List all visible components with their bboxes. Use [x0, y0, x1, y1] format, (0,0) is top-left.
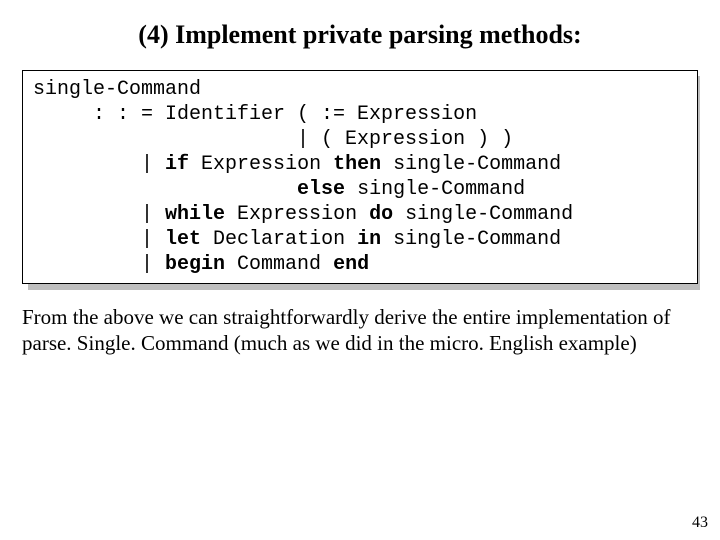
slide-title: (4) Implement private parsing methods: — [18, 20, 702, 50]
explanation-paragraph: From the above we can straightforwardly … — [22, 304, 698, 357]
grammar-text: single-Command : : = Identifier ( := Exp… — [33, 77, 687, 277]
page-number: 43 — [692, 514, 708, 532]
box-frame: single-Command : : = Identifier ( := Exp… — [22, 70, 698, 284]
grammar-box: single-Command : : = Identifier ( := Exp… — [22, 70, 698, 284]
